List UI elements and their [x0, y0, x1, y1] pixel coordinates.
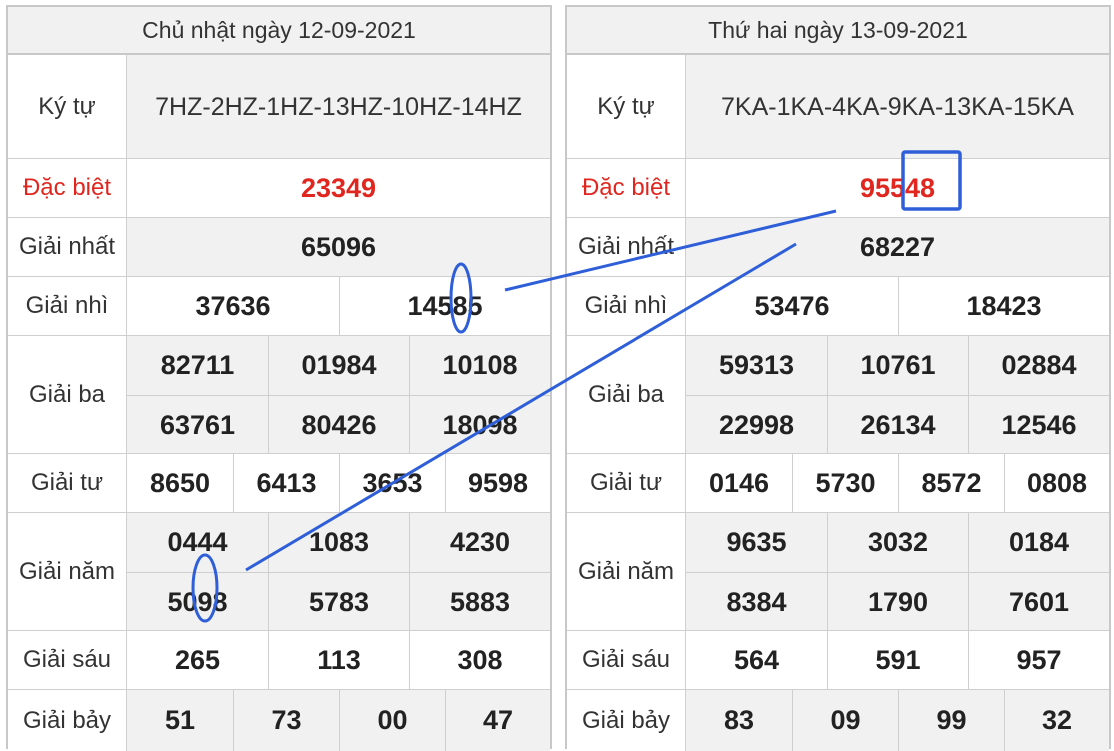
- connector-line: [245, 242, 797, 572]
- highlight-ellipse: [449, 262, 473, 334]
- highlight-ellipse: [191, 553, 219, 623]
- highlight-box: [901, 150, 962, 211]
- annotation-overlay: [191, 150, 962, 623]
